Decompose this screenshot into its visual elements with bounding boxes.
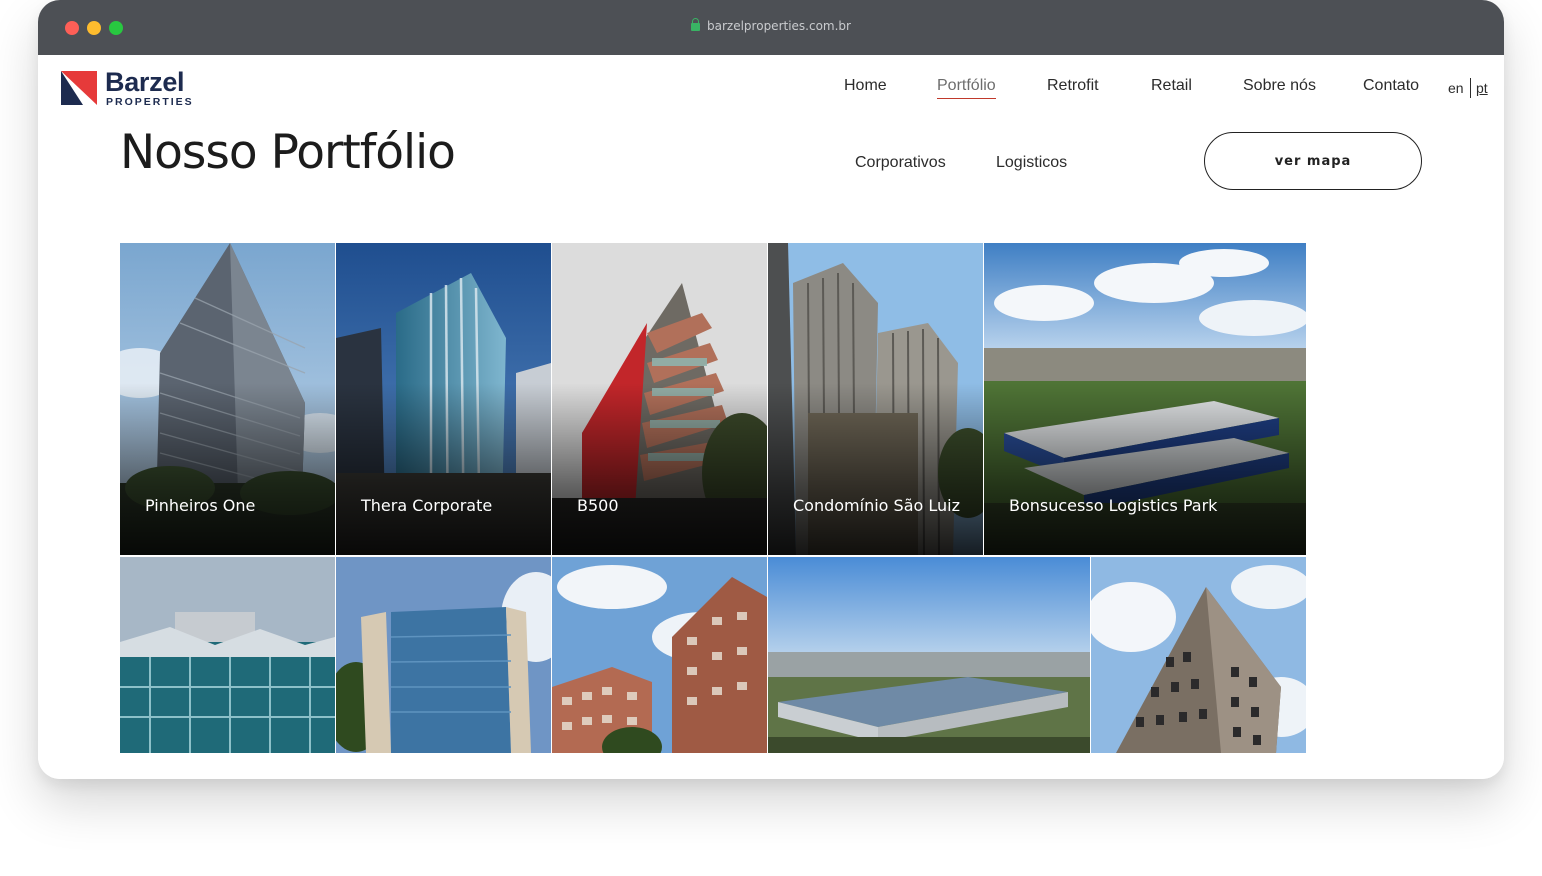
glass-building-icon [120, 557, 335, 753]
lang-en[interactable]: en [1448, 80, 1464, 96]
nav-home[interactable]: Home [844, 77, 887, 95]
property-card[interactable] [336, 557, 551, 753]
blue-glass-building-icon [336, 557, 551, 753]
property-name: Condomínio São Luiz [793, 496, 960, 515]
page-content: Barzel PROPERTIES Home Portfólio Retrofi… [38, 55, 1504, 779]
property-card-pinheiros-one[interactable]: Pinheiros One [120, 243, 335, 555]
property-card[interactable] [1091, 557, 1306, 753]
property-name: Bonsucesso Logistics Park [1009, 496, 1218, 515]
brick-towers-icon [552, 557, 767, 753]
tile-shade [768, 383, 983, 555]
property-card[interactable] [768, 557, 1090, 753]
property-card[interactable] [552, 557, 767, 753]
property-name: B500 [577, 496, 619, 515]
property-name: Pinheiros One [145, 496, 256, 515]
property-card-b500[interactable]: B500 [552, 243, 767, 555]
nav-portfolio[interactable]: Portfólio [937, 77, 996, 99]
nav-contato[interactable]: Contato [1363, 77, 1419, 95]
property-name: Thera Corporate [361, 496, 493, 515]
browser-titlebar: barzelproperties.com.br [38, 0, 1504, 55]
grid-facade-tower-icon [1091, 557, 1306, 753]
logistics-warehouse-icon [768, 557, 1090, 753]
brand-subtitle: PROPERTIES [106, 96, 194, 108]
ver-mapa-button[interactable]: ver mapa [1204, 132, 1422, 190]
filter-corporativos[interactable]: Corporativos [855, 154, 946, 172]
barzel-logo-icon [61, 71, 97, 105]
lang-pt[interactable]: pt [1476, 80, 1488, 96]
address-bar[interactable]: barzelproperties.com.br [38, 18, 1504, 33]
url-text: barzelproperties.com.br [707, 19, 851, 33]
lang-divider [1470, 78, 1471, 98]
tile-shade [120, 383, 335, 555]
tile-shade [984, 383, 1306, 555]
property-card-thera-corporate[interactable]: Thera Corporate [336, 243, 551, 555]
property-card-bonsucesso-logistics-park[interactable]: Bonsucesso Logistics Park [984, 243, 1306, 555]
property-card-condominio-sao-luiz[interactable]: Condomínio São Luiz [768, 243, 983, 555]
nav-retail[interactable]: Retail [1151, 77, 1192, 95]
tile-shade [336, 383, 551, 555]
portfolio-grid: Pinheiros One Thera Corporate B500 Condo… [120, 243, 1306, 753]
page-title: Nosso Portfólio [120, 125, 456, 180]
filter-logisticos[interactable]: Logisticos [996, 154, 1067, 172]
lock-icon [691, 18, 701, 31]
property-card[interactable] [120, 557, 335, 753]
nav-sobre-nos[interactable]: Sobre nós [1243, 77, 1316, 95]
browser-window: barzelproperties.com.br Barzel PROPERTIE… [38, 0, 1504, 779]
nav-retrofit[interactable]: Retrofit [1047, 77, 1099, 95]
brand-logo[interactable]: Barzel PROPERTIES [61, 67, 201, 109]
brand-name: Barzel [105, 67, 185, 97]
tile-shade [552, 383, 767, 555]
